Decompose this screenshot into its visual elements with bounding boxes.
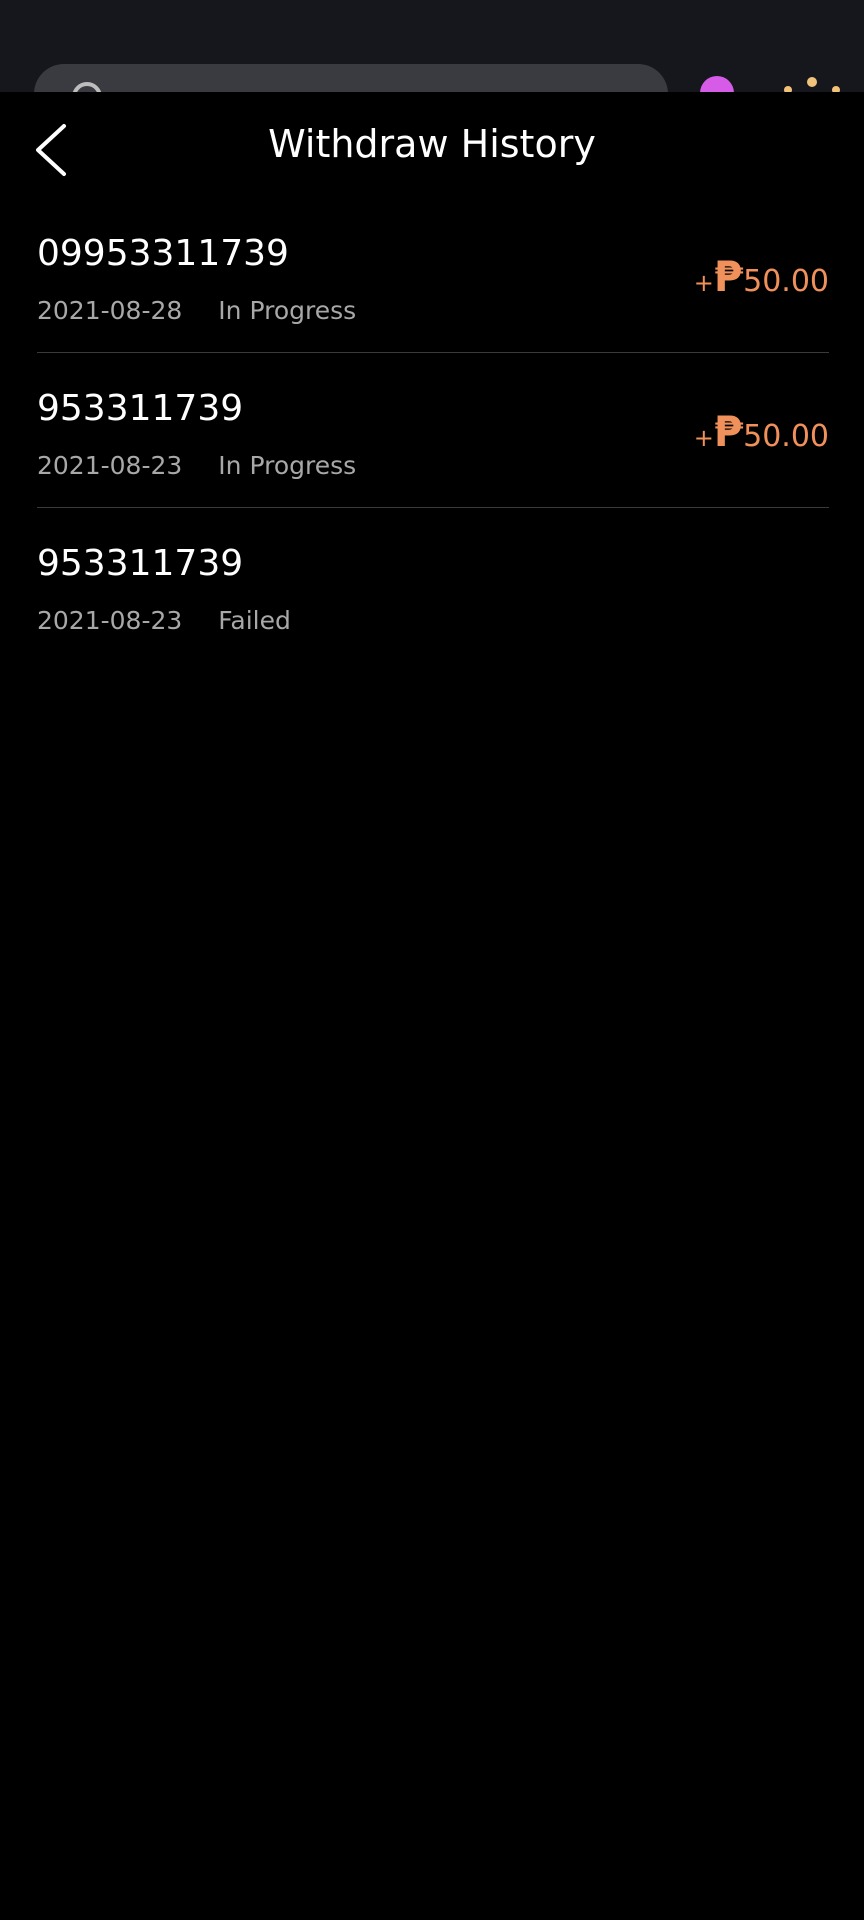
- record-status: Failed: [218, 606, 291, 635]
- amount-sign: +: [693, 269, 714, 297]
- list-item[interactable]: 09953311739 2021-08-28 In Progress +₱50.0…: [37, 198, 829, 353]
- peso-icon: ₱: [713, 252, 744, 301]
- withdraw-list: 09953311739 2021-08-28 In Progress +₱50.0…: [37, 198, 829, 663]
- account-number: 953311739: [37, 543, 244, 584]
- record-status: In Progress: [218, 296, 357, 325]
- record-status: In Progress: [218, 451, 357, 480]
- record-amount: +₱50.00: [694, 254, 829, 309]
- record-date: 2021-08-23: [37, 451, 183, 480]
- record-amount: +₱50.00: [694, 409, 829, 464]
- record-meta: 2021-08-23 In Progress: [37, 451, 356, 481]
- record-meta: 2021-08-23 Failed: [37, 606, 291, 636]
- amount-value: 50.00: [743, 419, 829, 454]
- page-title: Withdraw History: [268, 122, 596, 166]
- amount-value: 50.00: [743, 264, 829, 299]
- account-number: 953311739: [37, 388, 244, 429]
- record-date: 2021-08-23: [37, 606, 183, 635]
- account-number: 09953311739: [37, 233, 289, 274]
- peso-icon: ₱: [713, 407, 744, 456]
- amount-sign: +: [693, 424, 714, 452]
- list-item[interactable]: 953311739 2021-08-23 Failed: [37, 508, 829, 663]
- list-item[interactable]: 953311739 2021-08-23 In Progress +₱50.00: [37, 353, 829, 508]
- record-meta: 2021-08-28 In Progress: [37, 296, 356, 326]
- record-date: 2021-08-28: [37, 296, 183, 325]
